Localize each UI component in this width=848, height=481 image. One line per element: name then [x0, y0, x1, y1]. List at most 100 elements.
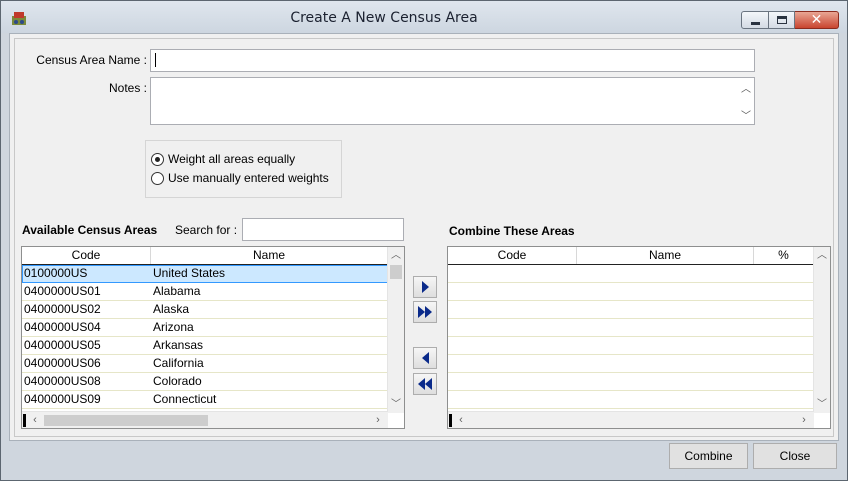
empty-row [448, 283, 814, 301]
table-row[interactable]: 0400000US01 Alabama [22, 283, 388, 301]
available-grid-rows: 0100000US United States 0400000US01 Alabama… [22, 265, 388, 409]
empty-row [448, 391, 814, 409]
scroll-right-icon[interactable]: › [796, 412, 812, 428]
empty-row [448, 373, 814, 391]
scroll-down-icon[interactable]: ﹀ [388, 396, 404, 413]
add-all-button[interactable] [413, 301, 437, 323]
combine-areas-title: Combine These Areas [449, 224, 575, 238]
search-input[interactable] [242, 218, 404, 241]
search-label: Search for : [175, 223, 238, 237]
arrow-left-icon [421, 352, 429, 364]
census-area-name-input[interactable] [150, 49, 755, 72]
close-button[interactable]: Close [753, 443, 837, 469]
column-header-code[interactable]: Code [22, 247, 151, 264]
maximize-button[interactable] [769, 11, 795, 29]
cell-code: 0400000US04 [24, 320, 101, 334]
double-arrow-left-icon [425, 378, 432, 390]
minimize-icon [750, 21, 760, 25]
scroll-thumb[interactable] [44, 415, 208, 426]
remove-all-button[interactable] [413, 373, 437, 395]
empty-row [448, 301, 814, 319]
combine-areas-grid: Code Name % ︿ ﹀ ‹ › [447, 246, 831, 429]
create-census-area-window: Create A New Census Area ✕ Census Area N… [0, 0, 848, 481]
double-arrow-right-icon [418, 306, 425, 318]
arrow-right-icon [421, 281, 429, 293]
cell-code: 0400000US01 [24, 284, 101, 298]
scroll-left-icon[interactable]: ‹ [453, 412, 469, 428]
notes-scrollbar[interactable]: ︿ ﹀ [740, 80, 752, 122]
cell-name: Connecticut [153, 392, 217, 406]
cell-code: 0400000US06 [24, 356, 101, 370]
combine-horizontal-scrollbar[interactable]: ‹ › [448, 411, 814, 428]
cell-name: Arkansas [153, 338, 204, 352]
cell-name: Alaska [153, 302, 190, 316]
combine-vertical-scrollbar[interactable]: ︿ ﹀ [813, 247, 830, 413]
empty-row [448, 265, 814, 283]
available-areas-title: Available Census Areas [22, 223, 158, 237]
combine-grid-header: Code Name % [448, 247, 814, 265]
table-row[interactable]: 0400000US02 Alaska [22, 301, 388, 319]
available-vertical-scrollbar[interactable]: ︿ ﹀ [387, 247, 404, 413]
cell-code: 0100000US [24, 266, 88, 280]
cell-name: Alabama [153, 284, 201, 298]
column-header-name[interactable]: Name [151, 247, 388, 264]
combine-grid-rows [448, 265, 814, 409]
table-row[interactable]: 0400000US05 Arkansas [22, 337, 388, 355]
weight-equal-option[interactable]: Weight all areas equally [151, 152, 295, 166]
table-row[interactable]: 0100000US United States [22, 265, 388, 283]
form-panel: Census Area Name : Notes : ︿ ﹀ Weight al… [14, 38, 834, 437]
cell-code: 0400000US05 [24, 338, 101, 352]
cell-name: Arizona [153, 320, 194, 334]
weight-equal-radio[interactable] [151, 152, 164, 166]
scroll-up-icon[interactable]: ︿ [388, 247, 404, 264]
cell-code: 0400000US02 [24, 302, 101, 316]
available-grid-header: Code Name [22, 247, 388, 265]
notes-input[interactable]: ︿ ﹀ [150, 77, 755, 125]
close-window-button[interactable]: ✕ [795, 11, 839, 29]
weight-manual-radio[interactable] [151, 171, 164, 185]
census-area-name-label: Census Area Name : [36, 53, 147, 67]
table-row[interactable]: 0400000US06 California [22, 355, 388, 373]
scroll-right-icon[interactable]: › [370, 412, 386, 428]
available-areas-grid: Code Name 0100000US United States 0400000U… [21, 246, 405, 429]
column-header-code[interactable]: Code [448, 247, 577, 264]
text-caret [155, 53, 156, 67]
double-arrow-right-icon [425, 306, 432, 318]
scroll-up-icon[interactable]: ︿ [814, 247, 830, 264]
table-row[interactable]: 0400000US08 Colorado [22, 373, 388, 391]
scroll-down-icon[interactable]: ﹀ [814, 396, 830, 413]
cell-code: 0400000US08 [24, 374, 101, 388]
empty-row [448, 319, 814, 337]
table-row[interactable]: 0400000US04 Arizona [22, 319, 388, 337]
empty-row [448, 337, 814, 355]
combine-button[interactable]: Combine [669, 443, 748, 469]
cell-name: California [153, 356, 204, 370]
available-horizontal-scrollbar[interactable]: ‹ › [22, 411, 388, 428]
title-bar[interactable]: Create A New Census Area ✕ [1, 1, 847, 33]
dialog-client: Census Area Name : Notes : ︿ ﹀ Weight al… [9, 33, 839, 441]
row-marker [23, 414, 26, 427]
weight-equal-label: Weight all areas equally [168, 152, 296, 166]
remove-selected-button[interactable] [413, 347, 437, 369]
column-header-name[interactable]: Name [577, 247, 754, 264]
scroll-left-icon[interactable]: ‹ [27, 412, 43, 428]
weight-manual-label: Use manually entered weights [168, 171, 329, 185]
empty-row [448, 355, 814, 373]
table-row[interactable]: 0400000US09 Connecticut [22, 391, 388, 409]
cell-name: United States [153, 266, 226, 280]
window-title: Create A New Census Area [290, 10, 478, 26]
scroll-up-icon[interactable]: ︿ [741, 80, 751, 95]
add-selected-button[interactable] [413, 276, 437, 298]
double-arrow-left-icon [418, 378, 425, 390]
close-icon: ✕ [810, 12, 823, 28]
notes-label: Notes : [108, 81, 147, 95]
column-header-percent[interactable]: % [754, 247, 814, 264]
weighting-group: Weight all areas equally Use manually en… [145, 140, 342, 198]
cell-code: 0400000US09 [24, 392, 101, 406]
cell-name: Colorado [153, 374, 202, 388]
weight-manual-option[interactable]: Use manually entered weights [151, 171, 329, 185]
row-marker [449, 414, 452, 427]
minimize-button[interactable] [741, 11, 769, 29]
scroll-down-icon[interactable]: ﹀ [741, 107, 751, 122]
scroll-thumb[interactable] [390, 265, 402, 279]
